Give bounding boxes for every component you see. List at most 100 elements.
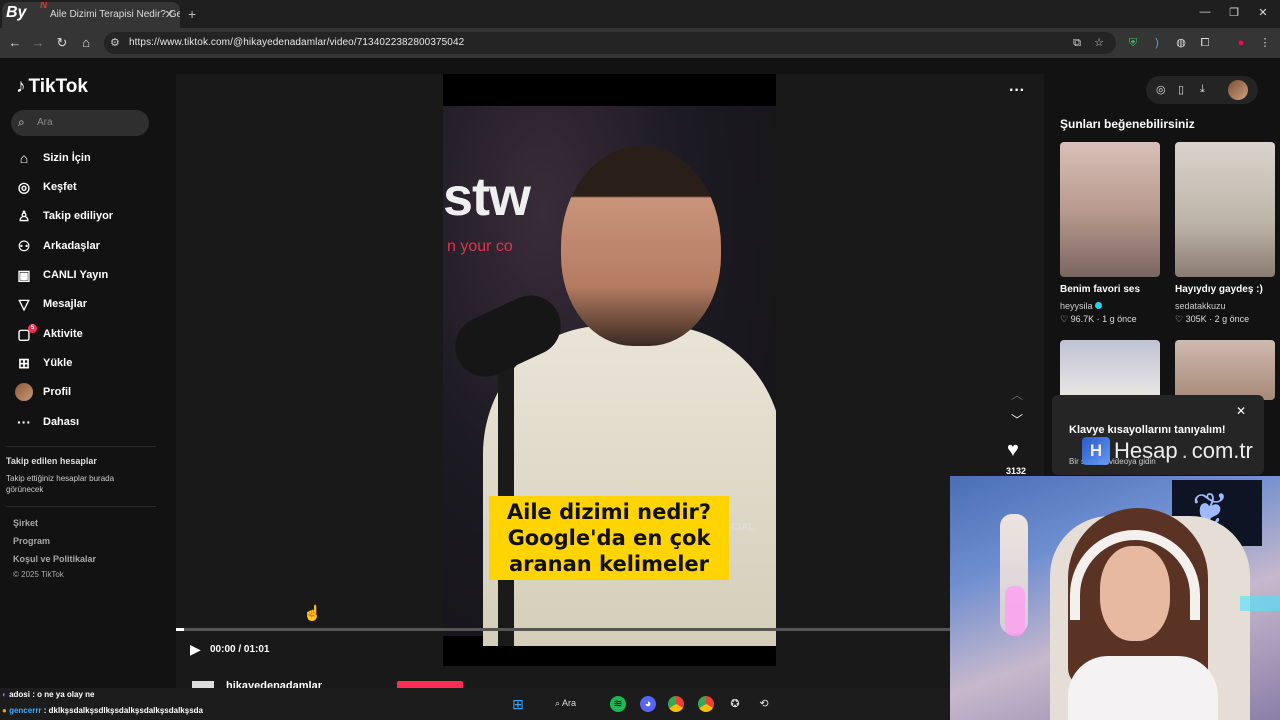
recommendation-title[interactable]: Benim favori ses xyxy=(1060,284,1140,295)
chrome-icon[interactable] xyxy=(668,696,684,712)
more-options-icon[interactable]: ··· xyxy=(1009,82,1025,100)
recommendations-title: Şunları beğenebilirsiniz xyxy=(1060,117,1195,131)
recommendation-thumbnail[interactable] xyxy=(1060,340,1160,400)
tiktok-sidebar: ♪ TikTok ⌕ Ara ⌂ Sizin İçin ◎ Keşfet ♙ T… xyxy=(0,58,160,688)
live-icon: ▣ xyxy=(17,266,31,283)
following-accounts-desc: Takip ettiğiniz hesaplar burada görünece… xyxy=(6,474,115,494)
video-player[interactable]: stw n your co Aile dizimi nedir? Google'… xyxy=(443,74,776,666)
avatar[interactable] xyxy=(1228,80,1248,100)
speaker-body xyxy=(483,326,776,646)
home-icon: ⌂ xyxy=(19,150,29,166)
popup-title: Klavye kısayollarını tanıyalım! xyxy=(1069,424,1226,436)
nav-upload[interactable]: ⊞ Yükle xyxy=(14,352,154,374)
chevron-down-icon[interactable]: ﹀ xyxy=(1011,411,1023,428)
nav-activity[interactable]: ▢ 5 Aktivite xyxy=(14,323,154,345)
recommendation-title[interactable]: Hayıydıy gaydeş :) xyxy=(1175,284,1263,295)
compass-icon: ◎ xyxy=(17,178,31,195)
browser-tab[interactable]: By N Aile Dizimi Terapisi Nedir? Geç ✕ xyxy=(2,2,180,28)
app-icon[interactable]: ✪ xyxy=(727,696,743,712)
footer-link-company[interactable]: Şirket xyxy=(13,518,38,528)
windows-start-icon[interactable]: ⊞ xyxy=(510,696,526,712)
minimize-icon[interactable]: — xyxy=(1190,6,1220,18)
activity-badge: 5 xyxy=(28,323,37,333)
video-progress-fill xyxy=(176,628,184,631)
forward-icon[interactable]: → xyxy=(30,35,46,50)
friends-icon: ⚇ xyxy=(17,237,31,254)
site-info-icon[interactable]: ⚙ xyxy=(110,36,120,49)
recommendation-thumbnail[interactable] xyxy=(1175,340,1275,400)
avatar xyxy=(15,383,33,401)
verified-icon xyxy=(1094,302,1102,309)
sponsor-logo-icon: H xyxy=(1082,437,1110,465)
browser-toolbar: ← → ↻ ⌂ ⚙ https://www.tiktok.com/@hikaye… xyxy=(0,28,1280,58)
browser-tab-bar: By N Aile Dizimi Terapisi Nedir? Geç ✕ + … xyxy=(0,0,1280,28)
divider xyxy=(6,506,156,507)
new-tab-icon[interactable]: + xyxy=(188,6,196,22)
taskbar-search[interactable]: ⌕ Ara xyxy=(547,695,597,713)
video-scene: stw n your co Aile dizimi nedir? Google'… xyxy=(443,106,776,646)
back-icon[interactable]: ← xyxy=(7,35,23,50)
bookmark-star-icon[interactable]: ☆ xyxy=(1092,36,1106,50)
tiktok-note-icon: ♪ xyxy=(16,76,26,97)
following-accounts-title: Takip edilen hesaplar xyxy=(6,456,97,466)
restore-icon[interactable]: ❐ xyxy=(1219,6,1249,19)
video-time: 00:00 / 01:01 xyxy=(210,644,270,655)
chevron-up-icon[interactable]: ︿ xyxy=(1011,386,1023,403)
close-window-icon[interactable]: ✕ xyxy=(1248,6,1278,19)
video-caption: Aile dizimi nedir? Google'da en çok aran… xyxy=(489,496,729,580)
mic-light xyxy=(1005,586,1025,636)
address-bar[interactable]: ⚙ https://www.tiktok.com/@hikayedenadaml… xyxy=(104,32,1116,54)
activity-icon: ▢ 5 xyxy=(14,323,37,343)
nav-following[interactable]: ♙ Takip ediliyor xyxy=(14,205,154,227)
chat-message: ◐ adosi : o ne ya olay ne xyxy=(2,690,95,699)
play-icon[interactable]: ▶ xyxy=(190,641,201,658)
search-placeholder: Ara xyxy=(37,117,53,128)
footer-link-program[interactable]: Program xyxy=(13,536,50,546)
tab-close-icon[interactable]: ✕ xyxy=(165,8,174,21)
video-corner-text: CIAL xyxy=(731,522,755,533)
search-input[interactable]: ⌕ Ara xyxy=(11,110,149,136)
footer-link-terms[interactable]: Koşul ve Politikalar xyxy=(13,554,96,564)
nav-messages[interactable]: ▽ Mesajlar xyxy=(14,293,154,315)
nav-for-you[interactable]: ⌂ Sizin İçin xyxy=(14,147,154,169)
streamer-webcam: ❦ xyxy=(950,476,1280,720)
following-icon: ♙ xyxy=(17,207,31,224)
desk-lights xyxy=(1240,596,1280,611)
nav-explore[interactable]: ◎ Keşfet xyxy=(14,176,154,198)
puzzle-icon[interactable]: ⧠ xyxy=(1198,36,1212,50)
close-icon[interactable]: ✕ xyxy=(1236,404,1246,418)
video-progress-bar[interactable] xyxy=(176,628,950,631)
extension-icon[interactable]: ◍ xyxy=(1174,36,1188,50)
nav-friends[interactable]: ⚇ Arkadaşlar xyxy=(14,235,154,257)
heart-icon[interactable]: ♥ xyxy=(1007,439,1019,462)
profile-avatar-icon[interactable]: ● xyxy=(1234,36,1248,50)
home-icon[interactable]: ⌂ xyxy=(78,35,94,50)
nav-more[interactable]: ··· Dahası xyxy=(14,411,154,433)
chrome-profile-icon[interactable] xyxy=(698,696,714,712)
phone-icon[interactable]: ▯ xyxy=(1178,83,1184,96)
copyright: © 2025 TikTok xyxy=(13,570,64,579)
divider xyxy=(6,446,156,447)
recommendation-user[interactable]: sedatakkuzu xyxy=(1175,301,1226,311)
url-text[interactable]: https://www.tiktok.com/@hikayedenadamlar… xyxy=(129,37,464,48)
compass-icon[interactable]: ◎ xyxy=(1156,83,1166,96)
discord-icon[interactable]: ◕ xyxy=(640,696,656,712)
messages-icon: ▽ xyxy=(18,295,30,312)
windows-taskbar: ⊞ ⌕ Ara ≋ ◕ ✪ ⟲ xyxy=(0,688,950,720)
pointer-hand-icon: ☝ xyxy=(303,605,322,622)
recommendation-thumbnail[interactable] xyxy=(1175,142,1275,277)
background-sign-text: stw xyxy=(443,167,531,227)
recommendation-user[interactable]: heyysila xyxy=(1060,301,1102,311)
recommendation-thumbnail[interactable] xyxy=(1060,142,1160,277)
reload-icon[interactable]: ↻ xyxy=(54,35,70,51)
tiktok-logo[interactable]: ♪ TikTok xyxy=(16,76,88,98)
menu-kebab-icon[interactable]: ⋮ xyxy=(1258,36,1272,50)
app-icon[interactable]: ⟲ xyxy=(756,696,772,712)
spotify-icon[interactable]: ≋ xyxy=(610,696,626,712)
install-icon[interactable]: ⧉ xyxy=(1070,36,1084,50)
download-icon[interactable]: ⤓ xyxy=(1200,83,1205,96)
nav-live[interactable]: ▣ CANLI Yayın xyxy=(14,264,154,286)
shield-extension-icon[interactable]: ⛨ xyxy=(1126,36,1140,50)
nav-profile[interactable]: Profil xyxy=(14,381,154,403)
audio-extension-icon[interactable]: ) xyxy=(1150,36,1164,50)
